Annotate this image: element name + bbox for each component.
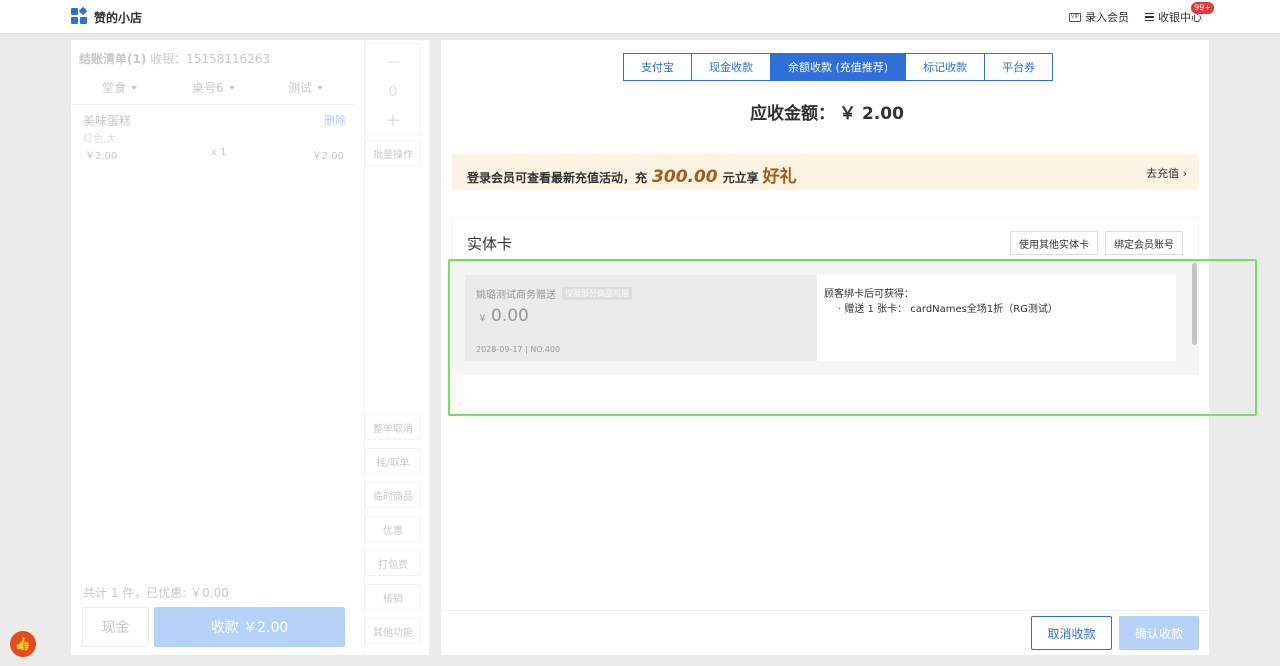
promo-amount: 300.00: [652, 167, 718, 187]
bind-member-button[interactable]: 绑定会员账号: [1105, 231, 1183, 255]
recharge-promo-banner: 登录会员可查看最新充值活动， 充 300.00 元立享 好礼 去充值 ›: [452, 154, 1199, 190]
cashier-center-button[interactable]: 收银中心 99+: [1145, 2, 1214, 25]
order-list: 结账清单(1) 收银：15158116263 堂食 桌号6 测试 美味蛋糕 删除…: [71, 40, 357, 655]
promo-suffix: 元立享: [722, 171, 759, 185]
payment-tab[interactable]: 支付宝: [623, 53, 692, 81]
currency-symbol: ￥: [478, 314, 488, 324]
discount-button[interactable]: 优惠: [365, 516, 421, 542]
amount-label: 应收金额：: [750, 104, 836, 124]
cancel-order-button[interactable]: 整单取消: [365, 414, 421, 440]
payment-tab[interactable]: 现金收款: [691, 53, 771, 81]
card-name-row: 姚璐测试商务赠送 仅限部分商品可用: [476, 286, 632, 301]
delete-item-link[interactable]: 删除: [324, 112, 346, 128]
benefit-item: · 赠送 1 张卡： cardNames全场1折（RG测试）: [838, 304, 1058, 315]
menu-icon: [1145, 13, 1154, 21]
use-other-card-button[interactable]: 使用其他实体卡: [1010, 231, 1098, 255]
item-quantity: x 1: [211, 147, 227, 158]
go-recharge-link[interactable]: 去充值 ›: [1146, 165, 1187, 181]
dine-type-value: 堂食: [102, 81, 127, 95]
promo-prefix: 登录会员可查看最新充值活动，: [467, 171, 636, 185]
card-meta: 2028-09-17 | NO.400: [476, 345, 561, 354]
item-name[interactable]: 美味蛋糕: [83, 112, 131, 129]
payment-tab[interactable]: 平台券: [984, 53, 1054, 81]
quantity-value: 0: [388, 84, 398, 100]
card-benefit: 顾客绑卡后可获得： · 赠送 1 张卡： cardNames全场1折（RG测试）: [817, 275, 1176, 361]
physical-card-section: 实体卡 使用其他实体卡 绑定会员账号 姚璐测试商务赠送 仅限部分商品可用 ￥ 0.…: [452, 217, 1199, 375]
member-entry-label: 录入会员: [1085, 11, 1129, 24]
top-right-actions: VIP 录入会员 收银中心 99+: [1069, 2, 1214, 25]
item-price: ￥2.00: [85, 151, 118, 162]
payment-panel: 支付宝 现金收款 余额收款 (充值推荐) 标记收款 平台券 应收金额： ￥ 2.00 登录…: [441, 40, 1209, 655]
table-value: 桌号6: [192, 81, 224, 95]
shop-logo-icon: [71, 6, 88, 24]
card-item[interactable]: 姚璐测试商务赠送 仅限部分商品可用 ￥ 0.00 2028-09-17 | NO.…: [465, 275, 817, 361]
confirm-payment-button[interactable]: 确认收款: [1119, 616, 1199, 650]
quantity-stepper: — 0 +: [365, 43, 421, 135]
member-entry-button[interactable]: VIP 录入会员: [1069, 9, 1129, 25]
packing-fee-button[interactable]: 打包费: [365, 550, 421, 576]
collect-payment-button[interactable]: 收款 ￥2.00: [154, 607, 345, 647]
top-bar: 赞的小店 VIP 录入会员 收银中心 99+: [0, 0, 1280, 34]
section-title: 实体卡: [467, 235, 513, 253]
divider: [441, 610, 1209, 611]
promo-charge: 充: [635, 171, 648, 185]
notification-badge: 99+: [1191, 2, 1214, 14]
vip-card-icon: VIP: [1069, 12, 1081, 22]
payment-tab[interactable]: 标记收款: [905, 53, 986, 81]
card-list: 姚璐测试商务赠送 仅限部分商品可用 ￥ 0.00 2028-09-17 | NO.…: [454, 262, 1199, 375]
order-summary: 共计 1 件，已优惠: ￥0.00: [83, 586, 229, 600]
card-balance: ￥ 0.00: [478, 306, 529, 326]
cashier-info: 收银：15158116263: [150, 52, 271, 66]
promo-text: 登录会员可查看最新充值活动， 充 300.00 元立享 好礼: [467, 162, 797, 187]
caret-down-icon: [131, 85, 138, 90]
hang-order-button[interactable]: 挂/取单: [365, 448, 421, 474]
table-select[interactable]: 桌号6: [192, 79, 235, 96]
order-header: 结账清单(1) 收银：15158116263: [79, 50, 270, 67]
order-panel: 结账清单(1) 收银：15158116263 堂食 桌号6 测试 美味蛋糕 删除…: [71, 40, 429, 655]
staff-select[interactable]: 测试: [288, 79, 324, 96]
decrement-button[interactable]: —: [366, 54, 420, 70]
balance-value: 0.00: [491, 306, 529, 326]
thumbs-up-icon[interactable]: 👍: [10, 631, 36, 657]
divider: [71, 104, 357, 105]
card-restriction-tag: 仅限部分商品可用: [562, 287, 632, 300]
tool-column: — 0 + 批量操作 整单取消 挂/取单 临时商品 优惠 打包费 核销 其他功能: [364, 40, 422, 655]
item-total: ￥2.00: [311, 151, 344, 162]
card-list-scrollbar[interactable]: [1192, 263, 1197, 345]
other-functions-button[interactable]: 其他功能: [365, 618, 421, 644]
order-title: 结账清单(1): [79, 52, 147, 66]
batch-operation-button[interactable]: 批量操作: [365, 140, 421, 166]
increment-button[interactable]: +: [366, 110, 420, 131]
payment-tab[interactable]: 余额收款 (充值推荐): [770, 53, 907, 81]
verify-button[interactable]: 核销: [365, 584, 421, 610]
card-actions: 使用其他实体卡 绑定会员账号: [1010, 231, 1183, 255]
amount-due: 应收金额： ￥ 2.00: [441, 99, 1209, 124]
caret-down-icon: [228, 85, 235, 90]
payment-tabs: 支付宝 现金收款 余额收款 (充值推荐) 标记收款 平台券: [623, 53, 1054, 81]
caret-down-icon: [317, 85, 324, 90]
promo-gift: 好礼: [762, 167, 797, 187]
benefit-title: 顾客绑卡后可获得：: [824, 289, 914, 300]
item-spec: 红色,大: [83, 134, 117, 145]
cancel-payment-button[interactable]: 取消收款: [1031, 616, 1112, 650]
cash-button[interactable]: 现金: [82, 607, 149, 647]
staff-value: 测试: [288, 81, 313, 95]
dine-type-select[interactable]: 堂食: [102, 79, 138, 96]
temp-item-button[interactable]: 临时商品: [365, 482, 421, 508]
amount-value: ￥ 2.00: [839, 104, 904, 124]
card-name: 姚璐测试商务赠送: [476, 290, 556, 301]
shop-name[interactable]: 赞的小店: [94, 9, 142, 26]
